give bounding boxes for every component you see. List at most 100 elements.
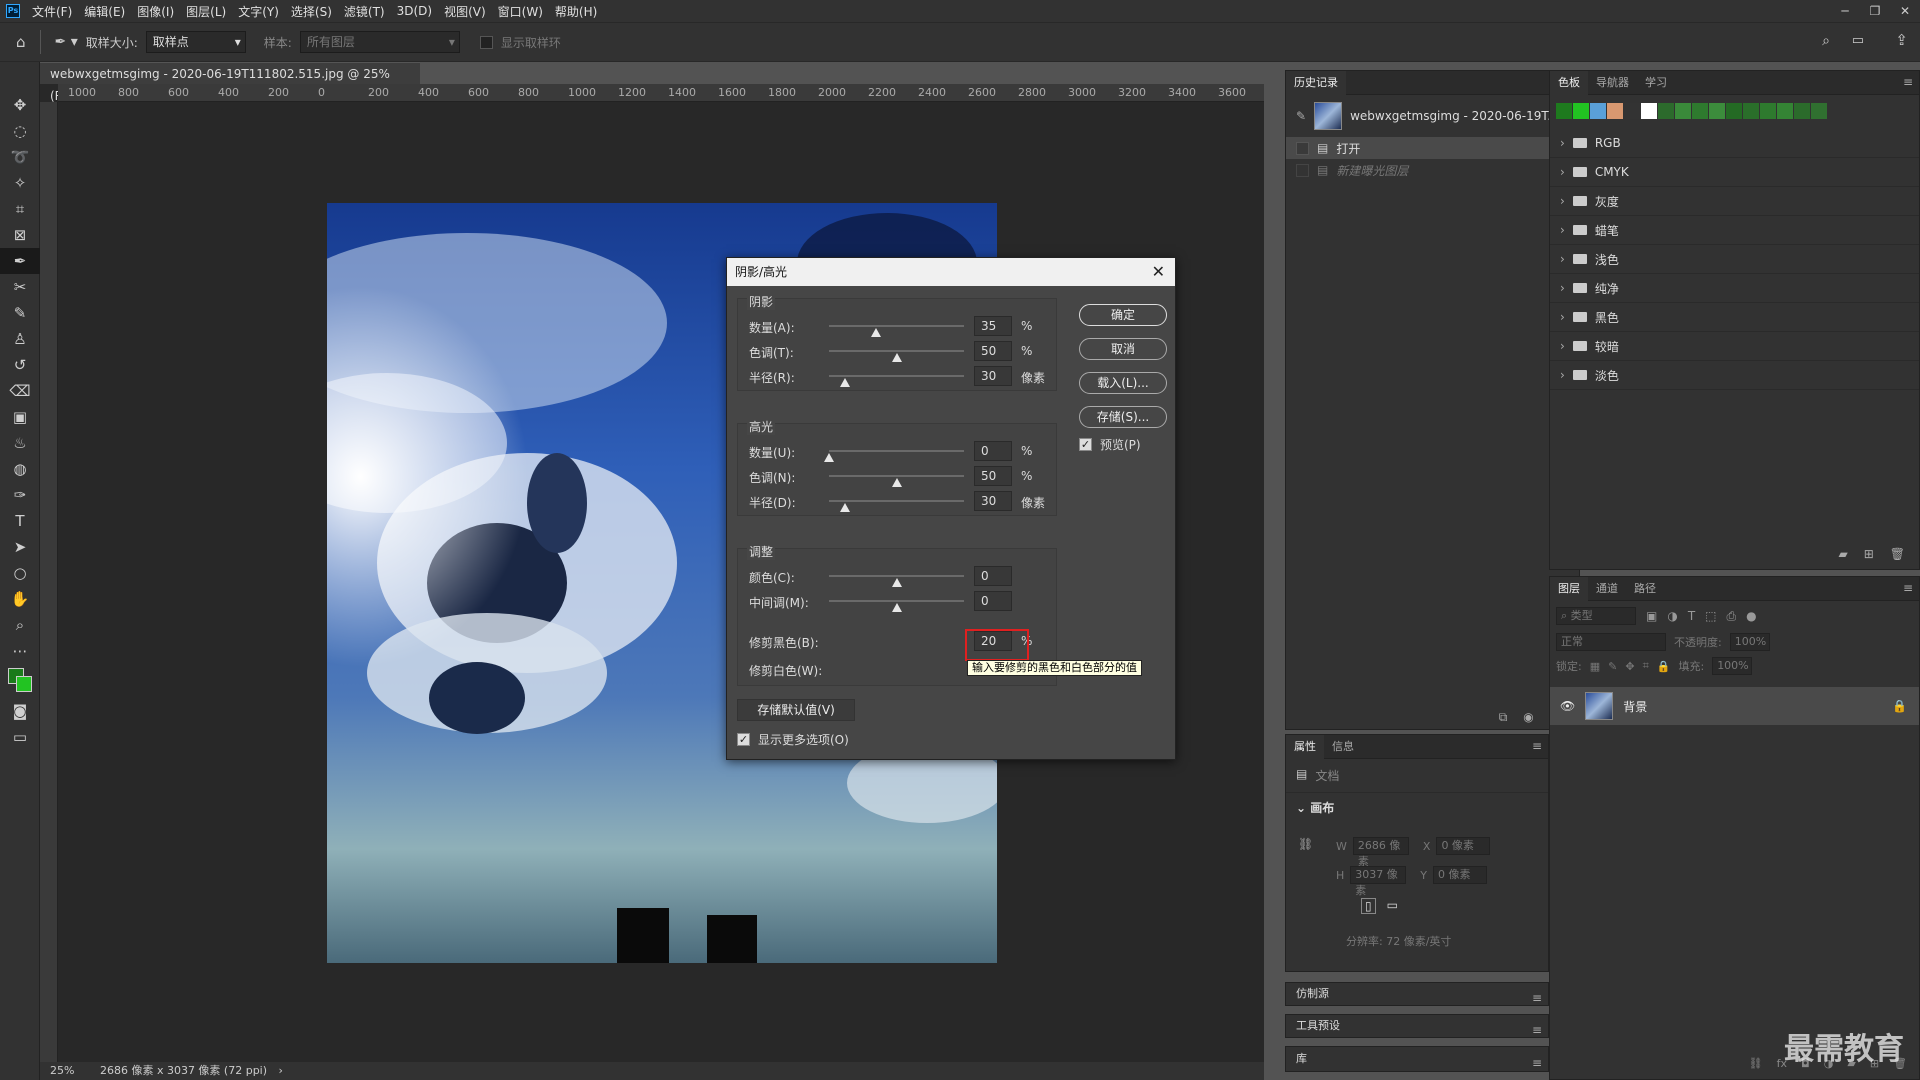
slider-thumb[interactable] [840,378,851,387]
new-document-icon[interactable]: ⧉ [1499,710,1508,725]
swatch-folder[interactable]: › 较暗 [1550,332,1919,361]
color-swatch[interactable] [1760,103,1776,119]
type-tool-icon[interactable]: T [0,508,40,534]
slider-thumb[interactable] [871,328,882,337]
slider-thumb[interactable] [840,503,851,512]
chevron-right-icon[interactable]: › [1560,194,1565,208]
pen-tool-icon[interactable]: ✑ [0,482,40,508]
slider-value-input[interactable]: 0 [974,591,1012,611]
swatch-folder[interactable]: › 黑色 [1550,303,1919,332]
save-button[interactable]: 存储(S)... [1079,406,1167,428]
lock-artboard-icon[interactable]: ⌗ [1643,659,1649,673]
tab-channels[interactable]: 通道 [1588,577,1626,601]
fill-field[interactable]: 100% [1712,657,1753,675]
menu-3d[interactable]: 3D(D) [391,4,438,18]
color-swatch[interactable] [1556,103,1572,119]
menu-select[interactable]: 选择(S) [285,3,338,20]
lock-paint-icon[interactable]: ✎ [1608,660,1617,673]
panel-menu-icon[interactable]: ≡ [1532,987,1542,1009]
tab-paths[interactable]: 路径 [1626,577,1664,601]
x-field[interactable]: 0 像素 [1436,837,1491,855]
history-item-exposure[interactable]: ▤ 新建曝光图层 [1286,159,1579,181]
show-ring-checkbox[interactable] [479,35,493,49]
color-swatch[interactable] [1709,103,1725,119]
background-color[interactable] [16,676,32,692]
close-icon[interactable]: ✕ [1152,258,1165,286]
slider-value-input[interactable]: 50 [974,466,1012,486]
color-swatch[interactable] [1590,103,1606,119]
lock-pixels-icon[interactable]: ▦ [1590,660,1600,673]
color-swatch[interactable] [1675,103,1691,119]
color-swatch[interactable] [1624,103,1640,119]
clone-source-panel[interactable]: 仿制源 ≡ [1285,982,1549,1006]
search-icon[interactable]: ⌕ [1822,33,1830,49]
menu-filter[interactable]: 滤镜(T) [338,3,391,20]
slider-thumb[interactable] [824,453,834,462]
tab-navigator[interactable]: 导航器 [1588,71,1637,95]
menu-view[interactable]: 视图(V) [438,3,492,20]
tab-properties[interactable]: 属性 [1286,734,1324,759]
eyedropper-icon[interactable]: ✒ ▾ [55,34,78,50]
stamp-tool-icon[interactable]: ♙ [0,326,40,352]
restore-icon[interactable]: ❐ [1860,0,1890,22]
slider-value-input[interactable]: 0 [974,441,1012,461]
chevron-right-icon[interactable]: › [1560,310,1565,324]
chevron-right-icon[interactable]: › [279,1064,283,1077]
cancel-button[interactable]: 取消 [1079,338,1167,360]
color-swatch[interactable] [1811,103,1827,119]
history-snapshot[interactable]: ✎ webwxgetmsgimg - 2020-06-19T... [1286,95,1579,137]
layer-filter-input[interactable]: ⌕ 类型 [1556,607,1636,625]
slider-thumb[interactable] [891,478,902,487]
marquee-tool-icon[interactable]: ◌ [0,118,40,144]
folder-icon[interactable]: ▰ [1838,547,1847,561]
chevron-right-icon[interactable]: › [1560,252,1565,266]
document-tab[interactable]: webwxgetmsgimg - 2020-06-19T111802.515.j… [40,62,420,103]
menu-image[interactable]: 图像(I) [131,3,180,20]
color-swatches[interactable] [0,664,40,698]
swatch-folder[interactable]: › 淡色 [1550,361,1919,390]
save-defaults-button[interactable]: 存储默认值(V) [737,699,855,721]
color-swatch[interactable] [1607,103,1623,119]
tab-info[interactable]: 信息 [1324,735,1362,759]
panel-menu-icon[interactable]: ≡ [1903,581,1913,595]
menu-layer[interactable]: 图层(L) [180,3,232,20]
swatch-folder[interactable]: › 蜡笔 [1550,216,1919,245]
portrait-icon[interactable]: ▯ [1361,898,1376,914]
crop-tool-icon[interactable]: ⌗ [0,196,40,222]
tab-learn[interactable]: 学习 [1637,71,1675,95]
preview-checkbox[interactable] [1079,438,1092,451]
eyedropper-tool-icon[interactable]: ✒ [0,248,40,274]
chevron-right-icon[interactable]: › [1560,368,1565,382]
frame-tool-icon[interactable]: ⊠ [0,222,40,248]
eraser-tool-icon[interactable]: ⌫ [0,378,40,404]
blur-tool-icon[interactable]: ♨ [0,430,40,456]
panel-menu-icon[interactable]: ≡ [1532,1019,1542,1041]
landscape-icon[interactable]: ▭ [1384,898,1401,914]
panel-menu-icon[interactable]: ≡ [1903,75,1913,89]
history-item-open[interactable]: ▤ 打开 [1286,137,1579,159]
move-tool-icon[interactable]: ✥ [0,92,40,118]
smart-filter-icon[interactable]: ⎙ [1727,609,1737,624]
sample-select[interactable]: 所有图层 ▾ [299,31,460,53]
menu-help[interactable]: 帮助(H) [549,3,603,20]
swatch-folder[interactable]: › RGB [1550,129,1919,158]
swatch-folder[interactable]: › 灰度 [1550,187,1919,216]
menu-file[interactable]: 文件(F) [26,3,78,20]
width-field[interactable]: 2686 像素 [1352,837,1409,868]
chevron-right-icon[interactable]: › [1560,339,1565,353]
slider-value-input[interactable]: 30 [974,491,1012,511]
trash-icon[interactable]: 🗑 [1890,547,1905,561]
swatch-folder[interactable]: › CMYK [1550,158,1919,187]
tab-swatches[interactable]: 色板 [1550,70,1588,95]
home-icon[interactable]: ⌂ [16,33,26,51]
load-button[interactable]: 载入(L)... [1079,372,1167,394]
chevron-right-icon[interactable]: › [1560,165,1565,179]
quick-mask-icon[interactable]: ◙ [0,698,40,724]
color-swatch[interactable] [1692,103,1708,119]
history-brush-icon[interactable]: ↺ [0,352,40,378]
panel-menu-icon[interactable]: ≡ [1532,739,1542,753]
slider-track[interactable] [829,575,964,577]
chevron-right-icon[interactable]: › [1560,223,1565,237]
lock-all-icon[interactable]: 🔒 [1657,660,1671,673]
slider-value-input[interactable]: 30 [974,366,1012,386]
